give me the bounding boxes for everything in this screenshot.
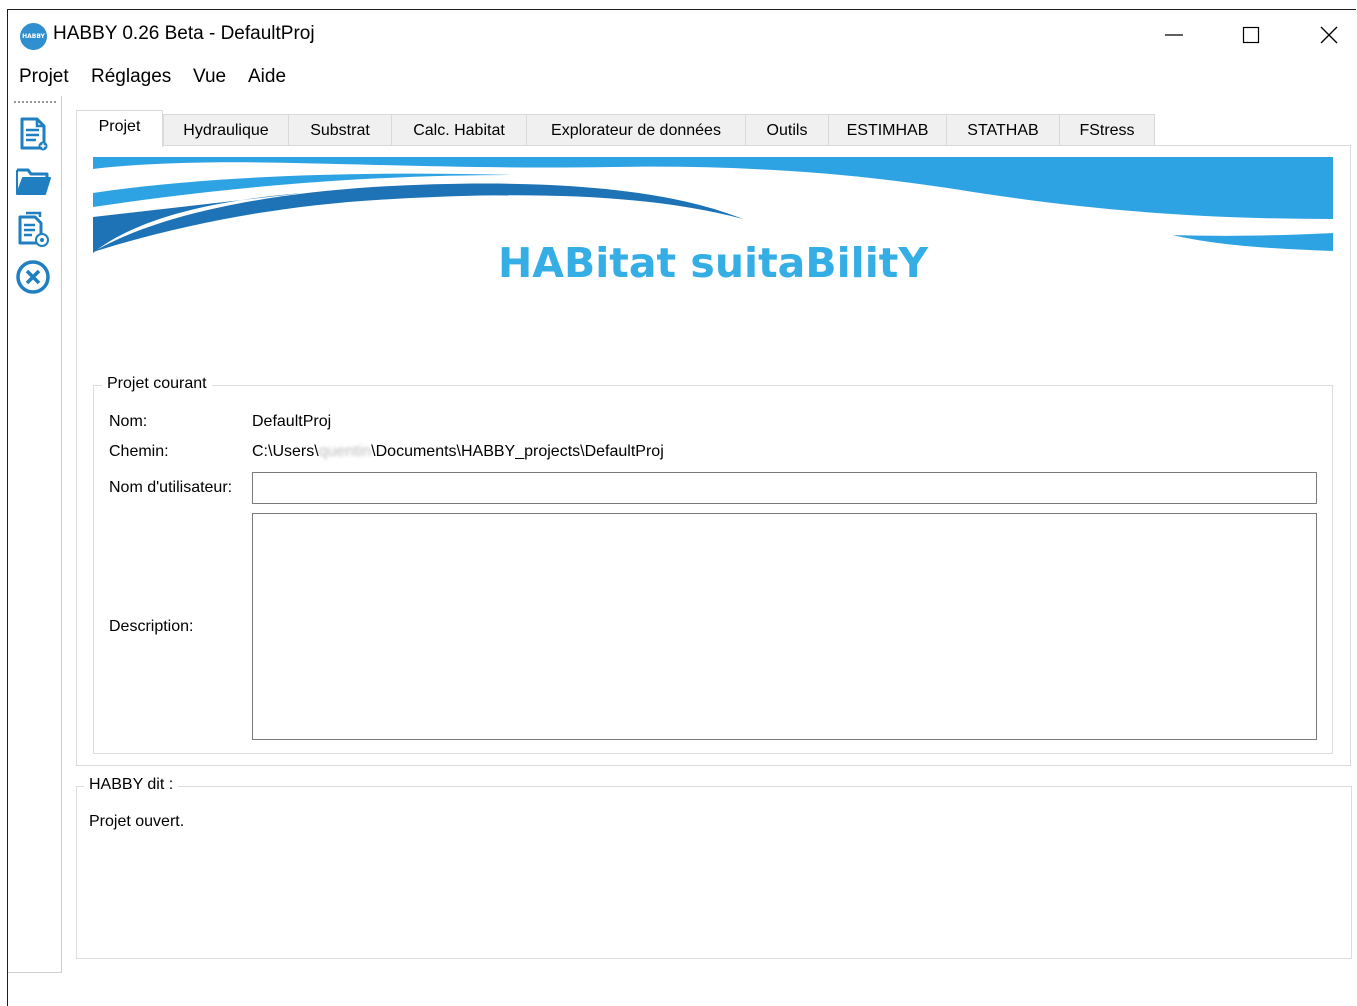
- tab-estimhab[interactable]: ESTIMHAB: [828, 114, 947, 146]
- main-window: HABBY HABBY 0.26 Beta - DefaultProj Proj…: [7, 9, 1356, 1006]
- tab-projet[interactable]: Projet: [76, 110, 163, 147]
- user-name-label: Nom d'utilisateur:: [109, 479, 233, 496]
- close-button[interactable]: [1306, 15, 1352, 55]
- tab-outils[interactable]: Outils: [745, 114, 829, 146]
- maximize-button[interactable]: [1228, 15, 1274, 55]
- path-label: Chemin:: [109, 443, 169, 460]
- log-group-title: HABBY dit :: [84, 776, 179, 794]
- current-project-group-title: Projet courant: [102, 375, 212, 393]
- path-value: C:\Users\quentin\Documents\HABBY_project…: [252, 443, 664, 461]
- tab-substrat[interactable]: Substrat: [288, 114, 392, 146]
- path-prefix: C:\Users\: [252, 443, 319, 460]
- log-group: HABBY dit : Projet ouvert.: [76, 776, 1352, 959]
- project-properties-button[interactable]: [14, 210, 52, 248]
- habby-banner: HABitat suitaBilitY: [93, 157, 1333, 287]
- new-project-button[interactable]: [14, 114, 52, 152]
- description-label: Description:: [109, 618, 194, 635]
- minimize-button[interactable]: [1151, 15, 1197, 55]
- close-icon: [1320, 26, 1338, 44]
- name-label: Nom:: [109, 413, 148, 430]
- maximize-icon: [1242, 26, 1260, 44]
- path-username-blurred: quentin: [318, 443, 372, 460]
- projet-tab-pane: HABitat suitaBilitY Projet courant Nom: …: [76, 145, 1351, 766]
- user-name-input[interactable]: [252, 472, 1317, 504]
- habby-app-icon: HABBY: [20, 23, 47, 50]
- close-project-icon: [16, 260, 50, 294]
- open-project-icon: [16, 168, 51, 195]
- toolbar-grip[interactable]: [14, 101, 56, 103]
- title-bar: HABBY HABBY 0.26 Beta - DefaultProj: [8, 10, 1357, 60]
- new-project-icon: [20, 117, 48, 151]
- minimize-icon: [1165, 34, 1183, 36]
- current-project-group: Projet courant Nom: DefaultProj Chemin: …: [93, 375, 1333, 754]
- menu-aide[interactable]: Aide: [248, 66, 286, 88]
- tab-hydraulique[interactable]: Hydraulique: [163, 114, 289, 146]
- log-message: Projet ouvert.: [89, 813, 185, 830]
- open-project-button[interactable]: [14, 162, 52, 200]
- menu-reglages[interactable]: Réglages: [91, 66, 171, 88]
- project-properties-icon: [18, 211, 49, 247]
- name-value: DefaultProj: [252, 413, 332, 430]
- description-textarea[interactable]: [252, 513, 1317, 740]
- window-title: HABBY 0.26 Beta - DefaultProj: [53, 23, 315, 44]
- side-toolbar: [8, 96, 62, 973]
- close-project-button[interactable]: [14, 258, 52, 296]
- menu-vue[interactable]: Vue: [193, 66, 226, 88]
- tab-stathab[interactable]: STATHAB: [946, 114, 1060, 146]
- path-suffix: \Documents\HABBY_projects\DefaultProj: [371, 443, 664, 460]
- menu-bar: Projet Réglages Vue Aide: [8, 62, 1357, 94]
- tab-bar: Projet Hydraulique Substrat Calc. Habita…: [76, 110, 1357, 147]
- tab-explorateur[interactable]: Explorateur de données: [526, 114, 746, 146]
- banner-title: HABitat suitaBilitY: [497, 239, 929, 287]
- tab-fstress[interactable]: FStress: [1059, 114, 1155, 146]
- tab-calc-habitat[interactable]: Calc. Habitat: [391, 114, 527, 146]
- menu-projet[interactable]: Projet: [19, 66, 69, 88]
